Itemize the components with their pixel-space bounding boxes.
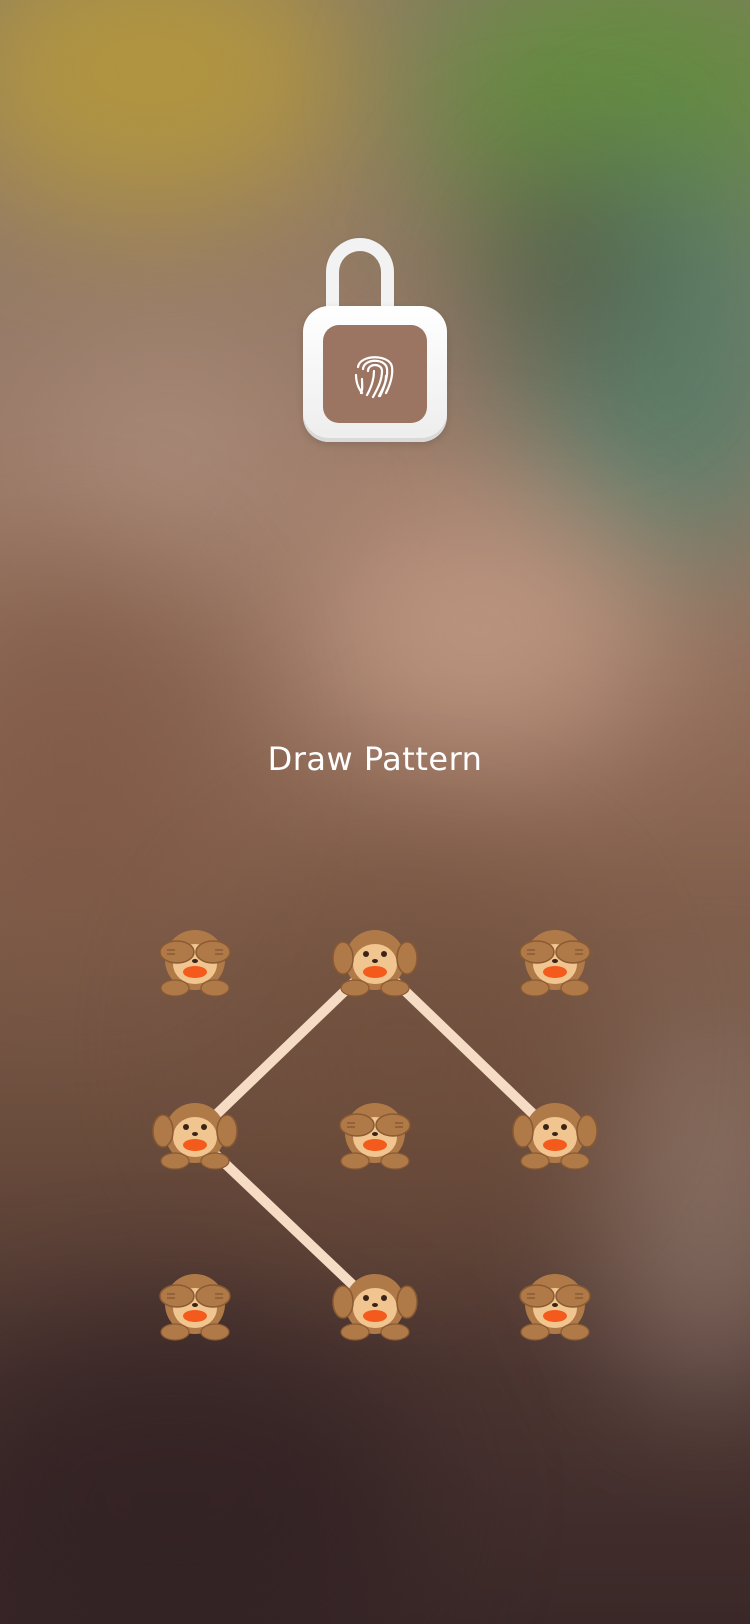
pattern-node-1-3[interactable] (513, 920, 597, 998)
pattern-path (190, 957, 560, 1311)
see-no-evil-monkey-icon (519, 1274, 591, 1341)
pattern-node-2-2[interactable] (333, 1093, 417, 1171)
pattern-node-3-3[interactable] (513, 1264, 597, 1342)
see-no-evil-monkey-icon (159, 1274, 231, 1341)
pattern-node-3-2[interactable] (332, 1264, 418, 1342)
pattern-node-2-3[interactable] (512, 1093, 598, 1171)
pattern-node-1-2[interactable] (332, 920, 418, 998)
pattern-node-1-1[interactable] (153, 920, 237, 998)
pattern-node-2-1[interactable] (152, 1093, 238, 1171)
pattern-grid[interactable] (0, 0, 750, 1624)
hear-no-evil-monkey-icon (332, 930, 418, 997)
pattern-node-3-1[interactable] (153, 1264, 237, 1342)
hear-no-evil-monkey-icon (152, 1103, 238, 1170)
see-no-evil-monkey-icon (339, 1103, 411, 1170)
hear-no-evil-monkey-icon (512, 1103, 598, 1170)
see-no-evil-monkey-icon (159, 930, 231, 997)
hear-no-evil-monkey-icon (332, 1274, 418, 1341)
see-no-evil-monkey-icon (519, 930, 591, 997)
